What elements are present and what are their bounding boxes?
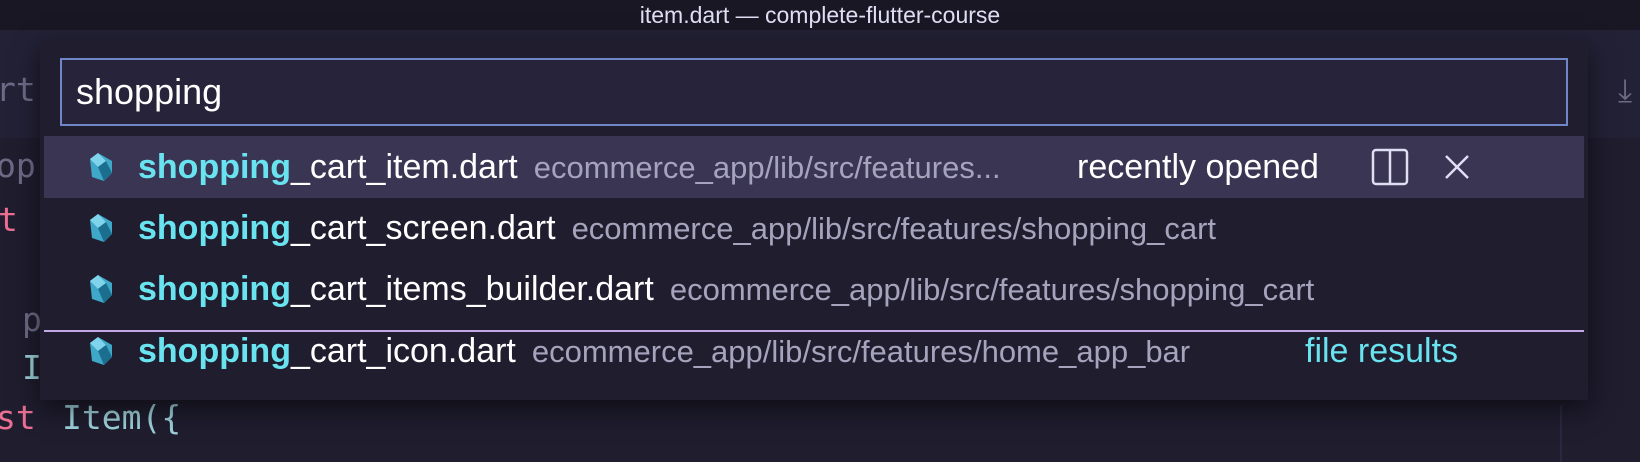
file-path: ecommerce_app/lib/src/features/shopping_…	[571, 211, 1217, 246]
dart-file-icon	[90, 337, 112, 365]
split-editor-icon[interactable]	[1371, 148, 1409, 186]
file-name-rest: _cart_screen.dart	[290, 209, 556, 247]
result-row-shopping-cart-items-builder[interactable]: shopping_cart_items_builder.dart ecommerc…	[44, 258, 1584, 320]
code-fragment: I	[22, 348, 42, 387]
window-title: item.dart — complete-flutter-course	[0, 0, 1640, 30]
code-fragment: op	[0, 146, 36, 185]
quick-open-palette: shopping_cart_item.dartecommerce_app/lib…	[40, 40, 1588, 400]
code-fragment: t	[0, 200, 18, 239]
dart-file-icon	[90, 214, 112, 242]
file-results-label: file results	[1305, 332, 1459, 370]
match-highlight: shopping	[138, 148, 291, 186]
result-label: shopping_cart_items_builder.dart ecommerc…	[138, 258, 1314, 320]
file-name-rest: _cart_icon.dart	[290, 332, 516, 370]
result-row-shopping-cart-item[interactable]: shopping_cart_item.dart ecommerce_app/lib…	[44, 136, 1584, 198]
code-fragment: st	[0, 398, 36, 437]
result-label: shopping_cart_icon.dart ecommerce_app/lib…	[138, 320, 1190, 382]
match-highlight: shopping	[138, 332, 291, 370]
download-icon[interactable]: ⤓	[1618, 70, 1640, 110]
dart-file-icon	[90, 153, 112, 181]
file-name-rest: _cart_item.dart	[290, 148, 518, 186]
code-fragment: Item({	[62, 398, 182, 437]
file-name-rest: _cart_items_builder.dart	[290, 270, 654, 308]
close-icon[interactable]	[1440, 150, 1474, 184]
recently-opened-label: recently opened	[1077, 148, 1319, 186]
dart-file-icon	[90, 275, 112, 303]
quick-open-search-box[interactable]	[60, 58, 1568, 126]
result-label: shopping_cart_item.dart ecommerce_app/lib…	[138, 136, 1001, 198]
result-label: shopping_cart_screen.dart ecommerce_app/l…	[138, 197, 1216, 259]
file-path: ecommerce_app/lib/src/features/home_app_…	[531, 334, 1191, 369]
code-fragment: rt	[0, 70, 36, 109]
quick-open-search-input[interactable]	[76, 60, 1546, 124]
result-row-shopping-cart-screen[interactable]: shopping_cart_screen.dart ecommerce_app/l…	[44, 197, 1584, 259]
editor-ruler	[1560, 405, 1562, 462]
match-highlight: shopping	[138, 270, 291, 308]
result-row-shopping-cart-icon[interactable]: shopping_cart_icon.dart ecommerce_app/lib…	[44, 320, 1584, 382]
file-path: ecommerce_app/lib/src/features/shopping_…	[669, 272, 1315, 307]
file-path: ecommerce_app/lib/src/features...	[533, 150, 1001, 185]
code-fragment: p	[22, 300, 42, 339]
match-highlight: shopping	[138, 209, 291, 247]
